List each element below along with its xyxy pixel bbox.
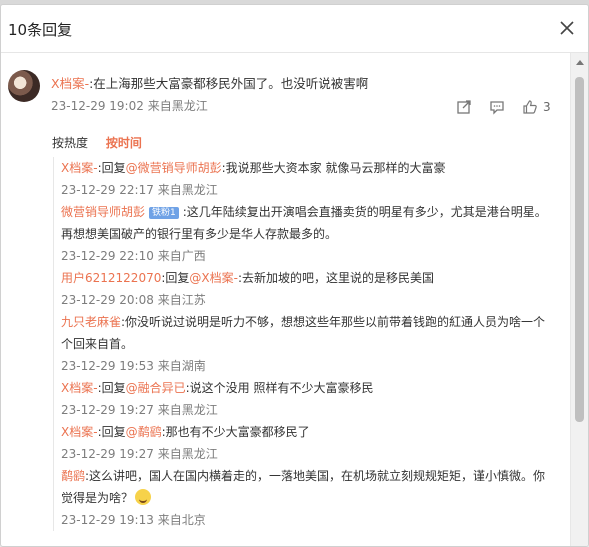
reply-username[interactable]: X档案- bbox=[61, 425, 98, 439]
reply-item: 微营销导师胡彭 铁粉1:这几年陆续复出开演唱会直播卖货的明星有多少，尤其是港台明星… bbox=[61, 201, 569, 267]
dialog-content: X档案-:在上海那些大富豪都移民外国了。也没听说被害啊 23-12-29 19:… bbox=[1, 53, 569, 546]
replies-dialog: 10条回复 X档案-:在上海那些大富豪都移民外国了。也没听说被害啊 23-12-… bbox=[0, 4, 589, 547]
reply-username[interactable]: 用户6212122070 bbox=[61, 271, 161, 285]
reply-text: :我说那些大资本家 就像马云那样的大富豪 bbox=[221, 161, 446, 175]
reply-location: 来自湖南 bbox=[157, 359, 206, 373]
reply-text-line: 九只老麻雀:你没听说过说明是听力不够，想想这些年那些以前带着钱跑的紅通人员为啥一… bbox=[61, 311, 556, 355]
reply-word: :回复 bbox=[97, 425, 126, 439]
reply-meta: 23-12-29 19:27 来自黑龙江 bbox=[61, 399, 569, 421]
reply-text-line: 用户6212122070:回复@X档案-:去新加坡的吧，这里说的是移民美国 bbox=[61, 267, 556, 289]
reply-time: 23-12-29 20:08 bbox=[61, 293, 154, 307]
reply-text: :这么讲吧，国人在国内横着走的，一落地美国，在机场就立刻规规矩矩，谨小慎微。你觉… bbox=[61, 469, 546, 505]
sort-by-hot[interactable]: 按热度 bbox=[52, 136, 88, 150]
reply-word: :回复 bbox=[97, 161, 126, 175]
like-count: 3 bbox=[543, 100, 551, 114]
laugh-emoji-icon bbox=[135, 489, 152, 505]
reply-text-line: 微营销导师胡彭 铁粉1:这几年陆续复出开演唱会直播卖货的明星有多少，尤其是港台明星… bbox=[61, 201, 556, 245]
main-comment-username[interactable]: X档案- bbox=[51, 76, 89, 91]
reply-text: :去新加坡的吧，这里说的是移民美国 bbox=[237, 271, 435, 285]
reply-meta: 23-12-29 22:10 来自广西 bbox=[61, 245, 569, 267]
reply-time: 23-12-29 19:27 bbox=[61, 447, 154, 461]
reply-time: 23-12-29 19:13 bbox=[61, 513, 154, 527]
reply-username[interactable]: 微营销导师胡彭 bbox=[61, 205, 145, 219]
reply-item: X档案-:回复@微营销导师胡彭:我说那些大资本家 就像马云那样的大富豪 23-1… bbox=[61, 157, 569, 201]
avatar[interactable] bbox=[8, 70, 40, 102]
scroll-thumb[interactable] bbox=[575, 77, 584, 422]
reply-target[interactable]: @鹬鹞 bbox=[126, 425, 162, 439]
reply-time: 23-12-29 19:27 bbox=[61, 403, 154, 417]
main-comment-text: :在上海那些大富豪都移民外国了。也没听说被害啊 bbox=[89, 76, 369, 91]
reply-item: X档案-:回复@融合异已:说这个没用 照样有不少大富豪移民 23-12-29 1… bbox=[61, 377, 569, 421]
reply-time: 23-12-29 19:53 bbox=[61, 359, 154, 373]
reply-item: 用户6212122070:回复@X档案-:去新加坡的吧，这里说的是移民美国 23… bbox=[61, 267, 569, 311]
reply-time: 23-12-29 22:10 bbox=[61, 249, 154, 263]
reply-text-line: 鹬鹞:这么讲吧，国人在国内横着走的，一落地美国，在机场就立刻规规矩矩，谨小慎微。… bbox=[61, 465, 556, 509]
reply-username[interactable]: 九只老麻雀 bbox=[61, 315, 121, 329]
reply-text: :你没听说过说明是听力不够，想想这些年那些以前带着钱跑的紅通人员为啥一个个回来自… bbox=[61, 315, 546, 351]
reply-text-line: X档案-:回复@鹬鹞:那也有不少大富豪都移民了 bbox=[61, 421, 556, 443]
reply-word: :回复 bbox=[97, 381, 126, 395]
main-comment-meta: 23-12-29 19:02 来自黑龙江 bbox=[51, 97, 208, 114]
reply-username[interactable]: 鹬鹞 bbox=[61, 469, 85, 483]
reply-meta: 23-12-29 20:08 来自江苏 bbox=[61, 289, 569, 311]
fan-badge: 铁粉1 bbox=[149, 207, 179, 219]
reply-time: 23-12-29 22:17 bbox=[61, 183, 154, 197]
reply-text-line: X档案-:回复@融合异已:说这个没用 照样有不少大富豪移民 bbox=[61, 377, 556, 399]
like-icon[interactable] bbox=[522, 99, 538, 115]
scroll-up-icon[interactable] bbox=[576, 60, 584, 65]
reply-text: :那也有不少大富豪都移民了 bbox=[161, 425, 310, 439]
reply-text: :说这个没用 照样有不少大富豪移民 bbox=[185, 381, 374, 395]
reply-item: 鹬鹞:这么讲吧，国人在国内横着走的，一落地美国，在机场就立刻规规矩矩，谨小慎微。… bbox=[61, 465, 569, 531]
reply-target[interactable]: @微营销导师胡彭 bbox=[126, 161, 222, 175]
reply-item: 九只老麻雀:你没听说过说明是听力不够，想想这些年那些以前带着钱跑的紅通人员为啥一… bbox=[61, 311, 569, 377]
reply-location: 来自江苏 bbox=[157, 293, 206, 307]
main-comment: X档案-:在上海那些大富豪都移民外国了。也没听说被害啊 23-12-29 19:… bbox=[1, 53, 569, 121]
main-comment-location: 来自黑龙江 bbox=[147, 99, 208, 113]
reply-target[interactable]: @融合异已 bbox=[126, 381, 186, 395]
reply-location: 来自黑龙江 bbox=[157, 183, 218, 197]
reply-location: 来自广西 bbox=[157, 249, 206, 263]
reply-location: 来自黑龙江 bbox=[157, 447, 218, 461]
share-icon[interactable] bbox=[456, 99, 472, 115]
comment-icon[interactable] bbox=[489, 99, 505, 115]
reply-list: X档案-:回复@微营销导师胡彭:我说那些大资本家 就像马云那样的大富豪 23-1… bbox=[53, 157, 569, 531]
close-icon[interactable] bbox=[558, 19, 576, 37]
reply-word: :回复 bbox=[161, 271, 190, 285]
sort-by-time[interactable]: 按时间 bbox=[106, 136, 142, 150]
reply-meta: 23-12-29 22:17 来自黑龙江 bbox=[61, 179, 569, 201]
reply-meta: 23-12-29 19:53 来自湖南 bbox=[61, 355, 569, 377]
main-comment-line: X档案-:在上海那些大富豪都移民外国了。也没听说被害啊 bbox=[51, 73, 368, 92]
scrollbar[interactable] bbox=[570, 53, 588, 546]
reply-location: 来自黑龙江 bbox=[157, 403, 218, 417]
sort-tabs: 按热度 按时间 bbox=[52, 134, 142, 151]
reply-item: X档案-:回复@鹬鹞:那也有不少大富豪都移民了 23-12-29 19:27 来… bbox=[61, 421, 569, 465]
reply-target[interactable]: @X档案- bbox=[189, 271, 238, 285]
main-comment-time: 23-12-29 19:02 bbox=[51, 99, 144, 113]
reply-meta: 23-12-29 19:27 来自黑龙江 bbox=[61, 443, 569, 465]
dialog-title: 10条回复 bbox=[8, 21, 73, 39]
reply-username[interactable]: X档案- bbox=[61, 381, 98, 395]
reply-text-line: X档案-:回复@微营销导师胡彭:我说那些大资本家 就像马云那样的大富豪 bbox=[61, 157, 556, 179]
reply-meta: 23-12-29 19:13 来自北京 bbox=[61, 509, 569, 531]
dialog-header: 10条回复 bbox=[1, 5, 588, 53]
reply-username[interactable]: X档案- bbox=[61, 161, 98, 175]
reply-location: 来自北京 bbox=[157, 513, 206, 527]
